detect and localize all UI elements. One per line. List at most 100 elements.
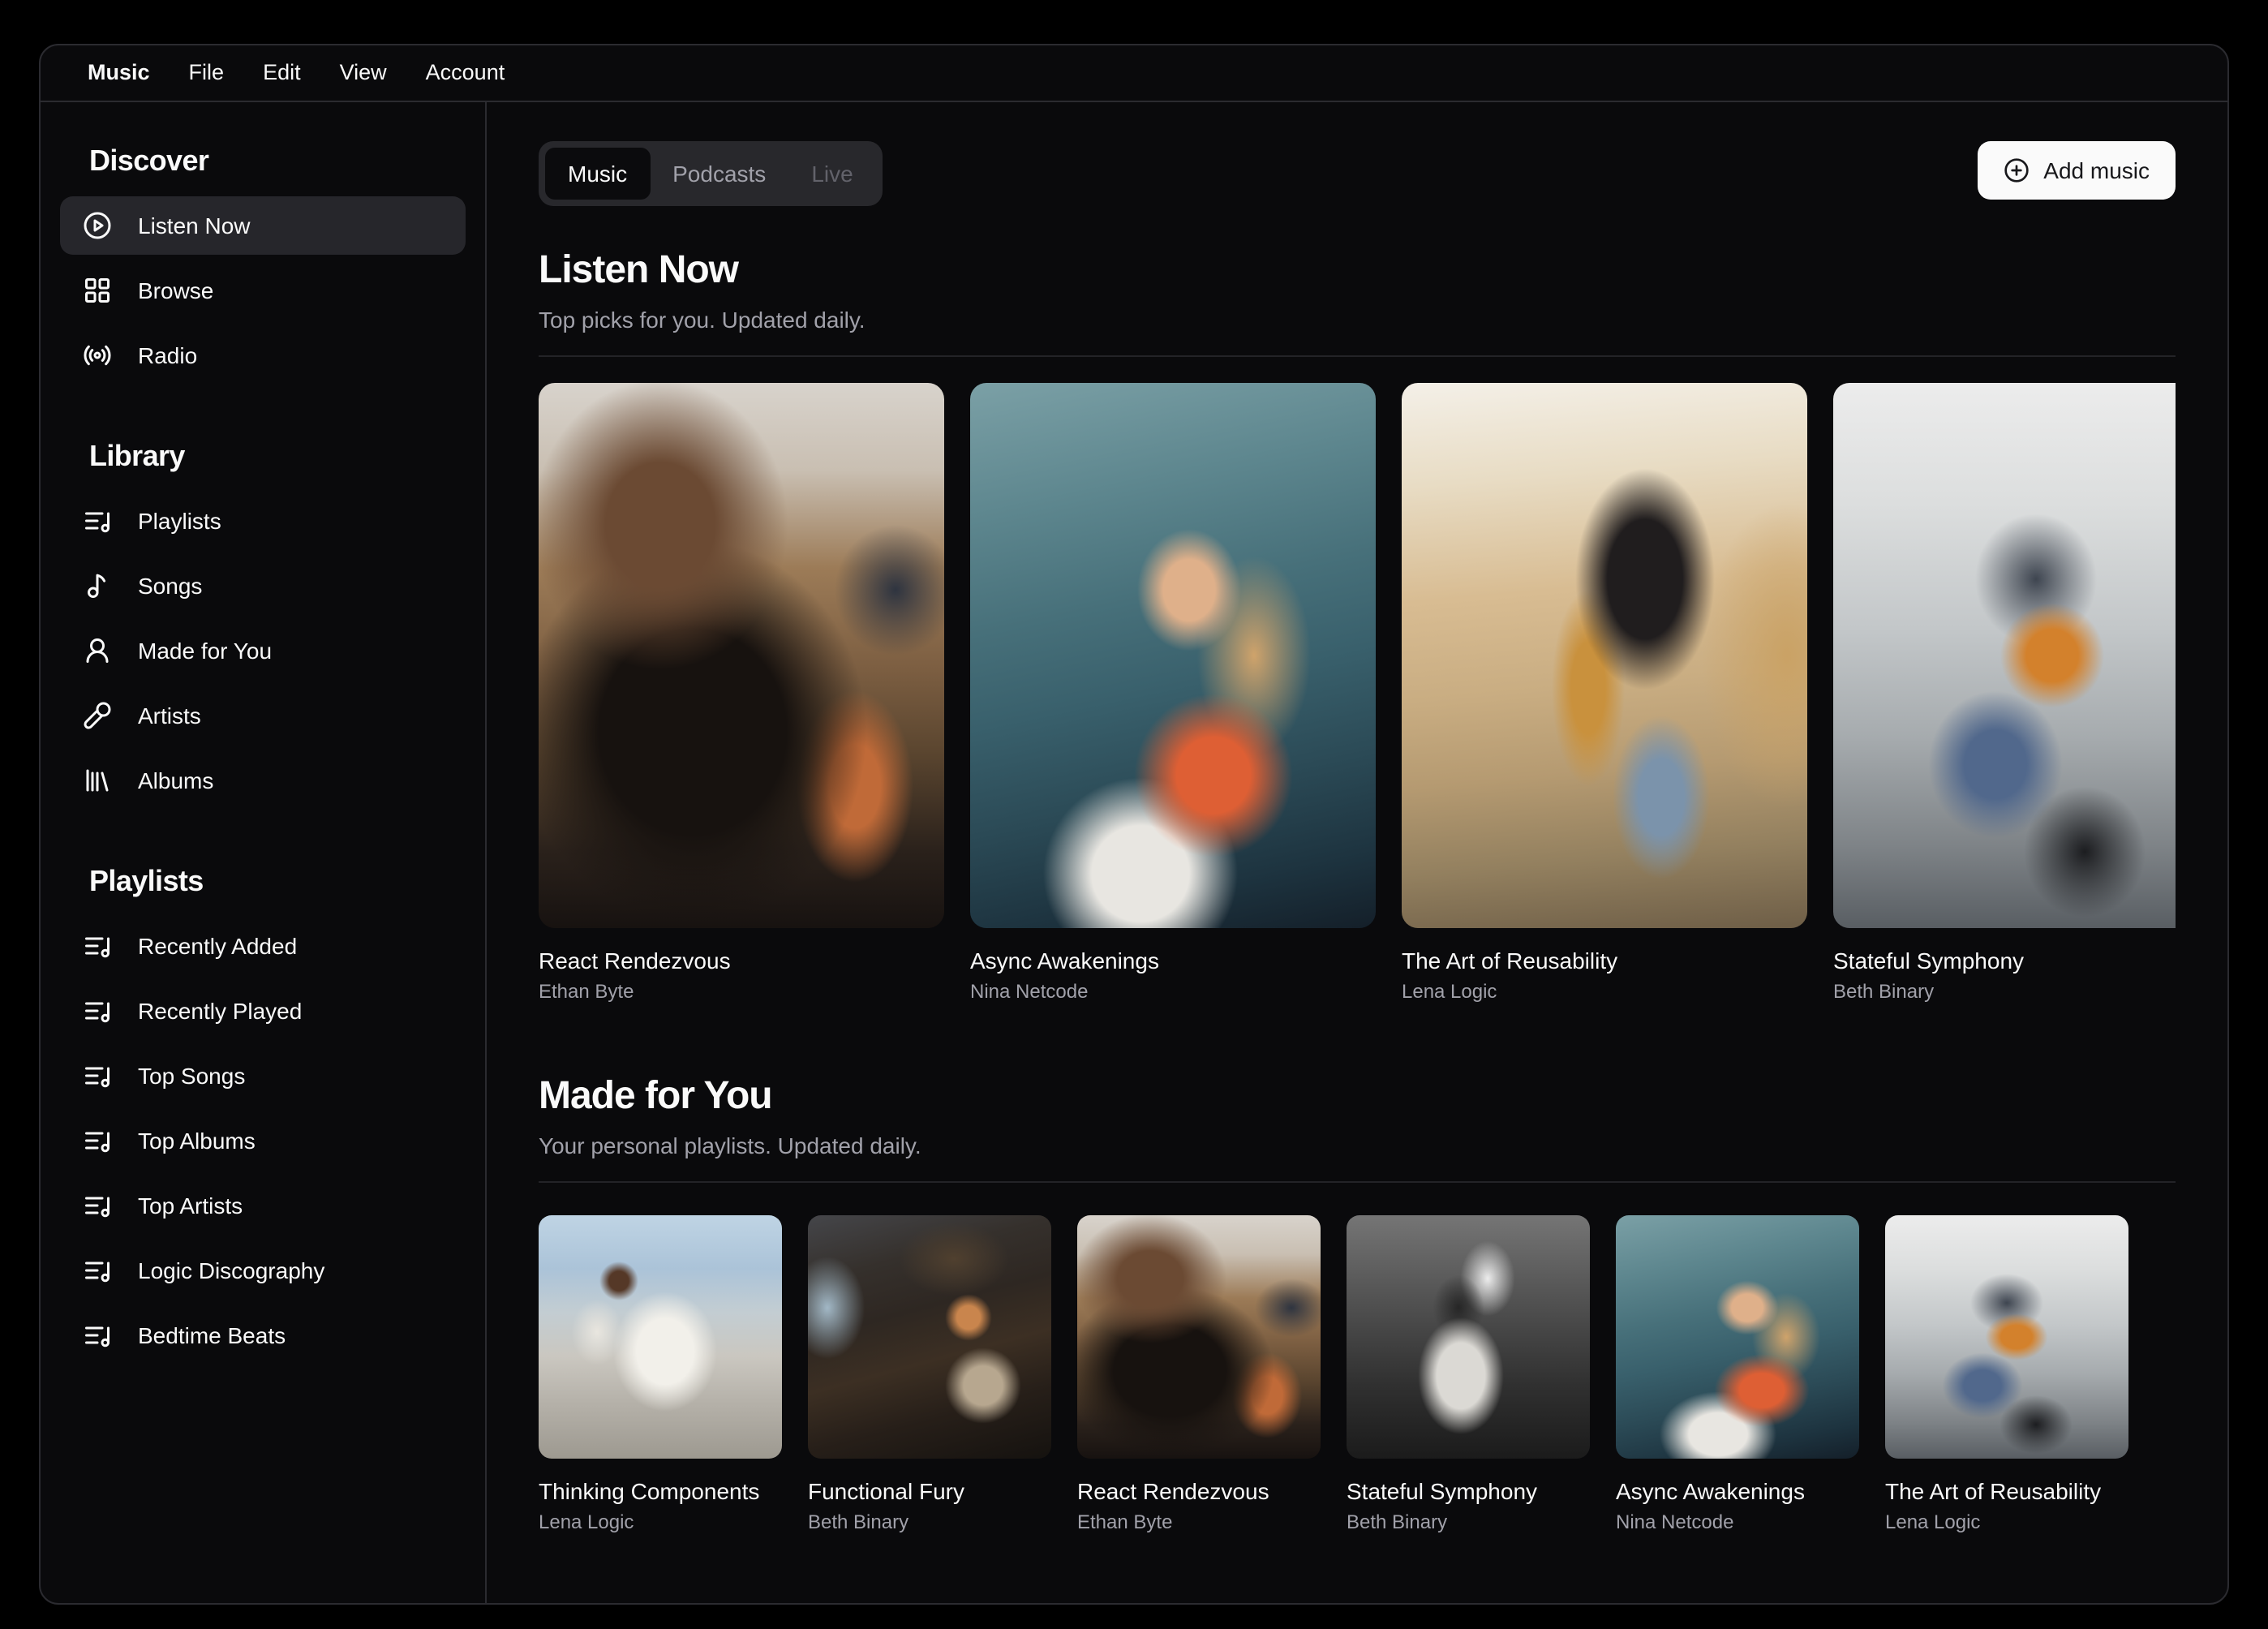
sidebar-section-title: Library [60,433,466,479]
album-artist: Lena Logic [1885,1511,2128,1533]
album-artist: Nina Netcode [970,980,1376,1003]
mic-icon [83,701,112,730]
sidebar-item-bedtime-beats[interactable]: Bedtime Beats [60,1306,466,1365]
sidebar-item-label: Top Artists [138,1194,243,1217]
sidebar-section-library: Library Playlists Songs Made for You Artists… [60,433,466,810]
add-music-button[interactable]: Add music [1977,141,2176,200]
tabs: MusicPodcastsLive [539,141,883,206]
list-music-icon [83,1321,112,1350]
album-title: Functional Fury [808,1478,1051,1504]
tab-music[interactable]: Music [545,148,650,200]
sidebar-section-items: Recently Added Recently Played Top Songs To… [60,917,466,1365]
section-listen-now: Listen Now Top picks for you. Updated dai… [539,245,2176,1003]
sidebar-item-label: Top Albums [138,1129,256,1152]
menubar-item-file[interactable]: File [170,51,244,96]
sidebar: Discover Listen Now Browse Radio Library Play… [41,102,487,1603]
sidebar-item-top-songs[interactable]: Top Songs [60,1047,466,1105]
tab-live: Live [788,148,875,200]
album-art-sax-busker [1402,383,1807,928]
album-title: Stateful Symphony [1833,948,2176,974]
album-row-made-for-you: Thinking ComponentsLena LogicFunctional … [539,1215,2176,1533]
album-art-window-headphones [970,383,1376,928]
sidebar-item-radio[interactable]: Radio [60,326,466,385]
album-card[interactable]: Stateful Symphony Beth Binary [1833,383,2176,1003]
list-music-icon [83,931,112,961]
circle-plus-icon [2003,157,2029,183]
menubar-item-edit[interactable]: Edit [243,51,320,96]
album-card[interactable]: Stateful SymphonyBeth Binary [1347,1215,1590,1533]
menubar-item-music[interactable]: Music [68,51,170,96]
sidebar-item-label: Artists [138,704,201,727]
album-card[interactable]: React RendezvousEthan Byte [1077,1215,1321,1533]
album-art-white-fashion [539,1215,782,1459]
section-title-made-for-you: Made for You [539,1071,2176,1123]
list-music-icon [83,996,112,1025]
separator [539,1181,2176,1183]
sidebar-item-label: Made for You [138,639,272,662]
sidebar-item-made-for-you[interactable]: Made for You [60,621,466,680]
app-body: Discover Listen Now Browse Radio Library Play… [41,102,2227,1603]
album-card[interactable]: Functional FuryBeth Binary [808,1215,1051,1533]
album-title: The Art of Reusability [1885,1478,2128,1504]
sidebar-item-songs[interactable]: Songs [60,557,466,615]
sidebar-item-listen-now[interactable]: Listen Now [60,196,466,255]
list-music-icon [83,506,112,535]
album-art-bookshelf-writer [1077,1215,1321,1459]
sidebar-item-label: Recently Added [138,935,297,957]
sidebar-item-recently-added[interactable]: Recently Added [60,917,466,975]
sidebar-section-discover: Discover Listen Now Browse Radio [60,138,466,385]
sidebar-item-albums[interactable]: Albums [60,751,466,810]
tab-podcasts[interactable]: Podcasts [650,148,788,200]
main-content: MusicPodcastsLive Add music Listen Now To… [487,102,2227,1603]
sidebar-item-label: Bedtime Beats [138,1324,286,1347]
album-artist: Ethan Byte [1077,1511,1321,1533]
circle-play-icon [83,211,112,240]
sidebar-item-playlists[interactable]: Playlists [60,492,466,550]
album-title: React Rendezvous [539,948,944,974]
section-title-listen-now: Listen Now [539,245,2176,297]
sidebar-item-top-artists[interactable]: Top Artists [60,1176,466,1235]
sidebar-item-label: Radio [138,344,197,367]
list-music-icon [83,1256,112,1285]
album-title: The Art of Reusability [1402,948,1807,974]
section-subtitle: Your personal playlists. Updated daily. [539,1129,2176,1162]
album-art-guitar-busker [1885,1215,2128,1459]
sidebar-section-items: Listen Now Browse Radio [60,196,466,385]
sidebar-section-title: Discover [60,138,466,183]
album-art-guitar-busker [1833,383,2176,928]
album-title: Async Awakenings [970,948,1376,974]
album-card[interactable]: The Art of ReusabilityLena Logic [1402,383,1807,1003]
sidebar-item-browse[interactable]: Browse [60,261,466,320]
menubar-item-account[interactable]: Account [406,51,525,96]
sidebar-item-label: Playlists [138,509,221,532]
album-artist: Lena Logic [539,1511,782,1533]
sidebar-item-recently-played[interactable]: Recently Played [60,982,466,1040]
menubar-item-view[interactable]: View [320,51,406,96]
radio-icon [83,341,112,370]
album-card[interactable]: Async AwakeningsNina Netcode [1616,1215,1859,1533]
sidebar-item-label: Songs [138,574,202,597]
section-made-for-you: Made for You Your personal playlists. Upd… [539,1071,2176,1533]
sidebar-item-artists[interactable]: Artists [60,686,466,745]
album-art-bookshelf-writer [539,383,944,928]
sidebar-item-label: Logic Discography [138,1259,324,1282]
album-artist: Beth Binary [1347,1511,1590,1533]
menubar: MusicFileEditViewAccount [41,45,2227,102]
album-card[interactable]: Async Awakenings Nina Netcode [970,383,1376,1003]
album-art-bw-trumpet [1347,1215,1590,1459]
album-art-window-headphones [1616,1215,1859,1459]
album-card[interactable]: The Art of Reusability Lena Logic [1885,1215,2128,1533]
album-artist: Beth Binary [1833,980,2176,1003]
music-note-icon [83,571,112,600]
sidebar-item-top-albums[interactable]: Top Albums [60,1111,466,1170]
sidebar-item-label: Recently Played [138,999,302,1022]
album-card[interactable]: React RendezvousEthan Byte [539,383,944,1003]
sidebar-item-logic-discography[interactable]: Logic Discography [60,1241,466,1300]
sidebar-section-title: Playlists [60,858,466,904]
list-music-icon [83,1191,112,1220]
sidebar-item-label: Top Songs [138,1064,245,1087]
sidebar-section-playlists: Playlists Recently Added Recently Played To… [60,858,466,1365]
album-title: Async Awakenings [1616,1478,1859,1504]
album-card[interactable]: Thinking ComponentsLena Logic [539,1215,782,1533]
section-subtitle: Top picks for you. Updated daily. [539,303,2176,336]
